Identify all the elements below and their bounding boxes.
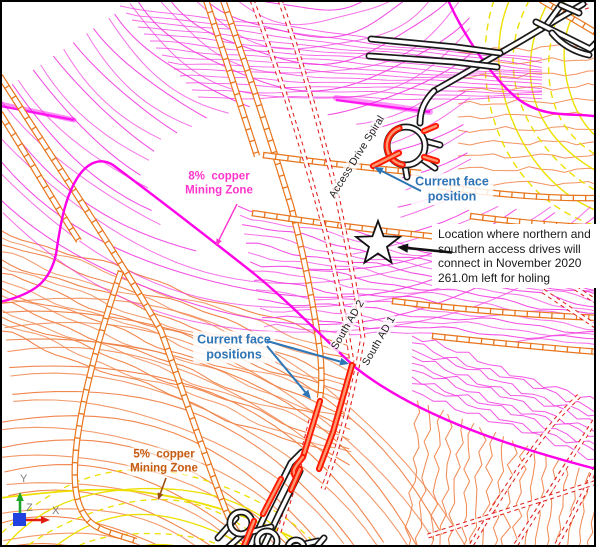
current-face-positions-label: Current face positions (193, 331, 275, 363)
zone-5pct-copper-label: 5% copper Mining Zone (127, 447, 201, 476)
ucs-y-axis-label: Y (20, 473, 27, 485)
holing-note: Location where northern and southern acc… (432, 224, 597, 288)
ucs-z-axis-label: Z (26, 502, 33, 514)
mine-plan-map: 8% copper Mining Zone 5% copper Mining Z… (0, 0, 600, 552)
ucs-x-axis-label: X (52, 505, 59, 517)
zone-8pct-copper-label: 8% copper Mining Zone (182, 169, 256, 198)
current-face-position-label: Current face position (411, 173, 493, 205)
